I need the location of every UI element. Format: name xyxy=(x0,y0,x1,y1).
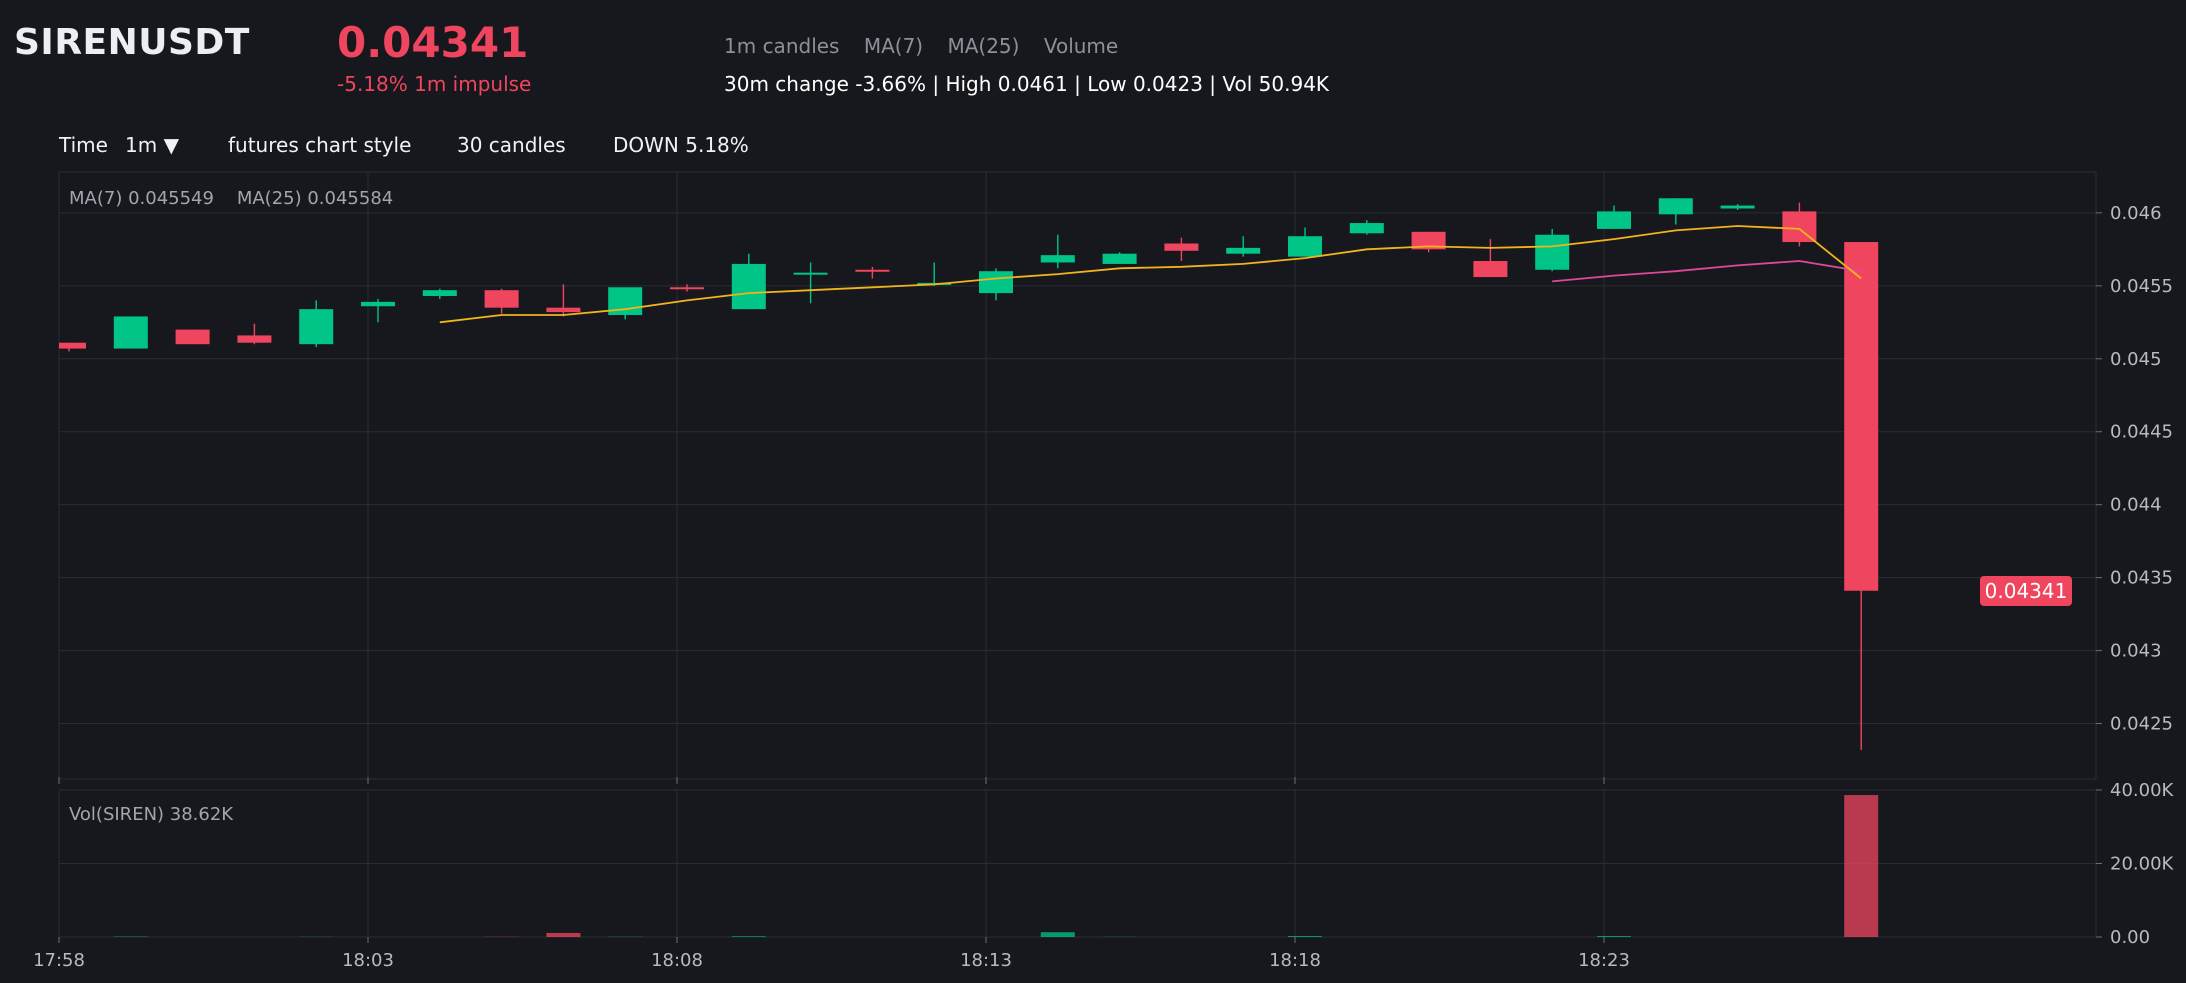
candle-body xyxy=(1844,242,1879,591)
volume-tick-label: 20.00K xyxy=(2110,854,2175,875)
candle-body xyxy=(793,272,828,275)
volume-tick-label: 0.00 xyxy=(2110,927,2150,948)
time-tick-label: 18:23 xyxy=(1578,950,1630,971)
price-tick-label: 0.0425 xyxy=(2110,714,2173,735)
grid xyxy=(58,171,2097,938)
volume-tick-label: 40.00K xyxy=(2110,780,2175,801)
candle-body xyxy=(546,307,581,313)
candle-body xyxy=(1226,247,1261,254)
candle-body xyxy=(731,263,766,310)
candle-body xyxy=(1164,243,1199,251)
price-tick-label: 0.046 xyxy=(2110,203,2162,224)
time-tick-label: 18:08 xyxy=(651,950,703,971)
volume-bar xyxy=(1040,932,1075,937)
candle-body xyxy=(855,269,890,272)
candle-body xyxy=(1473,261,1508,278)
volume-bar xyxy=(1597,936,1631,937)
price-tick-label: 0.044 xyxy=(2110,495,2162,516)
price-chart[interactable]: 0.046 0.0455 0.045 0.0445 0.044 0.0435 0.043 0.… xyxy=(0,0,2186,983)
time-tick-label: 18:13 xyxy=(960,950,1012,971)
candle-body xyxy=(1597,211,1631,229)
price-tick-label: 0.0445 xyxy=(2110,422,2173,443)
price-tick-label: 0.043 xyxy=(2110,641,2162,662)
last-price-tag: 0.04341 xyxy=(1980,575,2072,606)
price-tick-label: 0.0435 xyxy=(2110,568,2173,589)
price-tick-label: 0.0455 xyxy=(2110,276,2173,297)
time-tick-label: 18:03 xyxy=(342,950,394,971)
candle-body xyxy=(670,287,704,290)
candle-body xyxy=(175,329,210,345)
candle-body xyxy=(979,271,1013,294)
candle-body xyxy=(484,290,519,308)
candle-body xyxy=(1535,234,1570,270)
volume-bar xyxy=(1844,795,1879,937)
candle-body xyxy=(1288,236,1322,257)
volume-readout: Vol(SIREN) 38.62K xyxy=(69,804,234,825)
candle-body xyxy=(113,316,148,349)
price-pane-border xyxy=(58,171,2097,780)
candle-body xyxy=(1349,223,1384,234)
volume-bar xyxy=(731,936,766,937)
volume-bar xyxy=(1288,936,1322,937)
candle-body xyxy=(237,335,272,343)
volume-bars xyxy=(113,795,1879,937)
time-tick-label: 17:58 xyxy=(33,950,85,971)
moving-averages xyxy=(439,225,1862,324)
ma25-line xyxy=(1552,260,1862,283)
ma7-line xyxy=(439,225,1862,324)
candle-body xyxy=(1720,205,1755,209)
candle-body xyxy=(361,301,395,307)
candle-body xyxy=(1102,253,1137,264)
volume-bar xyxy=(546,932,581,937)
candle-body xyxy=(1658,198,1693,215)
time-tick-label: 18:18 xyxy=(1269,950,1321,971)
candle-body xyxy=(1040,255,1075,263)
candle-body xyxy=(299,309,334,345)
ma-readout: MA(7) 0.045549 MA(25) 0.045584 xyxy=(69,188,393,209)
candle-body xyxy=(422,290,457,297)
price-tick-label: 0.045 xyxy=(2110,349,2162,370)
candle-body xyxy=(59,342,86,349)
